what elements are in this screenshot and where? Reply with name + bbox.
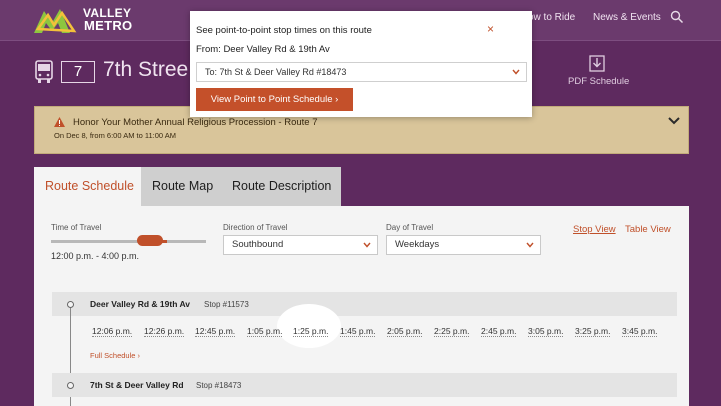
route-schedule-panel: Time of Travel 12:00 p.m. - 4:00 p.m. Di… bbox=[34, 206, 689, 406]
point-to-point-modal: See point-to-point stop times on this ro… bbox=[190, 11, 532, 117]
direction-select[interactable]: Southbound bbox=[223, 235, 378, 255]
stop-marker bbox=[67, 301, 74, 308]
direction-label: Direction of Travel bbox=[223, 223, 288, 232]
time-link[interactable]: 1:25 p.m. bbox=[293, 326, 329, 337]
modal-title: See point-to-point stop times on this ro… bbox=[196, 25, 372, 36]
chevron-down-icon bbox=[363, 242, 371, 248]
alert-title: Honor Your Mother Annual Religious Proce… bbox=[73, 117, 318, 128]
warning-icon bbox=[54, 117, 65, 127]
valley-metro-logo[interactable]: VALLEY METRO bbox=[34, 5, 134, 35]
alert-date: On Dec 8, from 6:00 AM to 11:00 AM bbox=[54, 131, 177, 140]
time-link[interactable]: 1:45 p.m. bbox=[340, 326, 376, 337]
close-icon[interactable]: × bbox=[487, 22, 494, 36]
day-of-travel-label: Day of Travel bbox=[386, 223, 434, 232]
route-number-badge: 7 bbox=[61, 61, 95, 83]
table-view-link[interactable]: Table View bbox=[625, 224, 671, 235]
nav-news-events[interactable]: News & Events bbox=[593, 12, 661, 23]
time-link[interactable]: 3:45 p.m. bbox=[622, 326, 658, 337]
tab-route-map[interactable]: Route Map bbox=[141, 167, 221, 206]
logo-mark-icon bbox=[34, 9, 77, 33]
time-link[interactable]: 12:06 p.m. bbox=[92, 326, 133, 337]
download-icon[interactable] bbox=[589, 55, 605, 72]
to-stop-value: To: 7th St & Deer Valley Rd #18473 bbox=[205, 67, 347, 77]
direction-value: Southbound bbox=[232, 239, 284, 250]
view-point-to-point-button[interactable]: View Point to Point Schedule › bbox=[196, 88, 353, 111]
modal-from-stop: From: Deer Valley Rd & 19th Av bbox=[196, 44, 330, 55]
stop-name: Deer Valley Rd & 19th Av bbox=[90, 299, 190, 309]
time-link[interactable]: 2:05 p.m. bbox=[387, 326, 423, 337]
time-link[interactable]: 12:26 p.m. bbox=[144, 326, 185, 337]
time-link[interactable]: 2:45 p.m. bbox=[481, 326, 517, 337]
stop-marker bbox=[67, 382, 74, 389]
stop-view-link[interactable]: Stop View bbox=[573, 224, 616, 235]
tab-route-schedule[interactable]: Route Schedule bbox=[34, 167, 141, 206]
time-link[interactable]: 1:05 p.m. bbox=[247, 326, 283, 337]
stop-id: Stop #11573 bbox=[204, 300, 249, 309]
time-slider-track[interactable] bbox=[51, 240, 206, 243]
time-link[interactable]: 3:25 p.m. bbox=[575, 326, 611, 337]
chevron-down-icon bbox=[526, 242, 534, 248]
bus-icon bbox=[35, 60, 53, 83]
search-icon[interactable] bbox=[670, 10, 684, 24]
stop-times-row: 12:06 p.m. 12:26 p.m. 12:45 p.m. 1:05 p.… bbox=[92, 326, 672, 340]
day-value: Weekdays bbox=[395, 239, 440, 250]
time-of-travel-label: Time of Travel bbox=[51, 223, 102, 232]
logo-text-line2: METRO bbox=[84, 18, 133, 33]
chevron-down-icon[interactable] bbox=[668, 116, 680, 126]
stop-name: 7th St & Deer Valley Rd bbox=[90, 380, 184, 390]
time-link[interactable]: 2:25 p.m. bbox=[434, 326, 470, 337]
nav-how-to-ride[interactable]: ow to Ride bbox=[528, 12, 575, 23]
tab-route-description[interactable]: Route Description bbox=[221, 167, 341, 206]
time-link[interactable]: 12:45 p.m. bbox=[195, 326, 236, 337]
time-link[interactable]: 3:05 p.m. bbox=[528, 326, 564, 337]
route-title: 7th Stree bbox=[103, 58, 189, 81]
pdf-schedule-link[interactable]: PDF Schedule bbox=[568, 76, 629, 87]
time-range-value: 12:00 p.m. - 4:00 p.m. bbox=[51, 251, 140, 261]
chevron-down-icon bbox=[512, 69, 520, 75]
day-select[interactable]: Weekdays bbox=[386, 235, 541, 255]
to-stop-select[interactable]: To: 7th St & Deer Valley Rd #18473 bbox=[196, 62, 527, 82]
stop-id: Stop #18473 bbox=[196, 381, 242, 390]
time-slider-handle[interactable] bbox=[137, 235, 163, 246]
full-schedule-link[interactable]: Full Schedule › bbox=[90, 351, 140, 360]
